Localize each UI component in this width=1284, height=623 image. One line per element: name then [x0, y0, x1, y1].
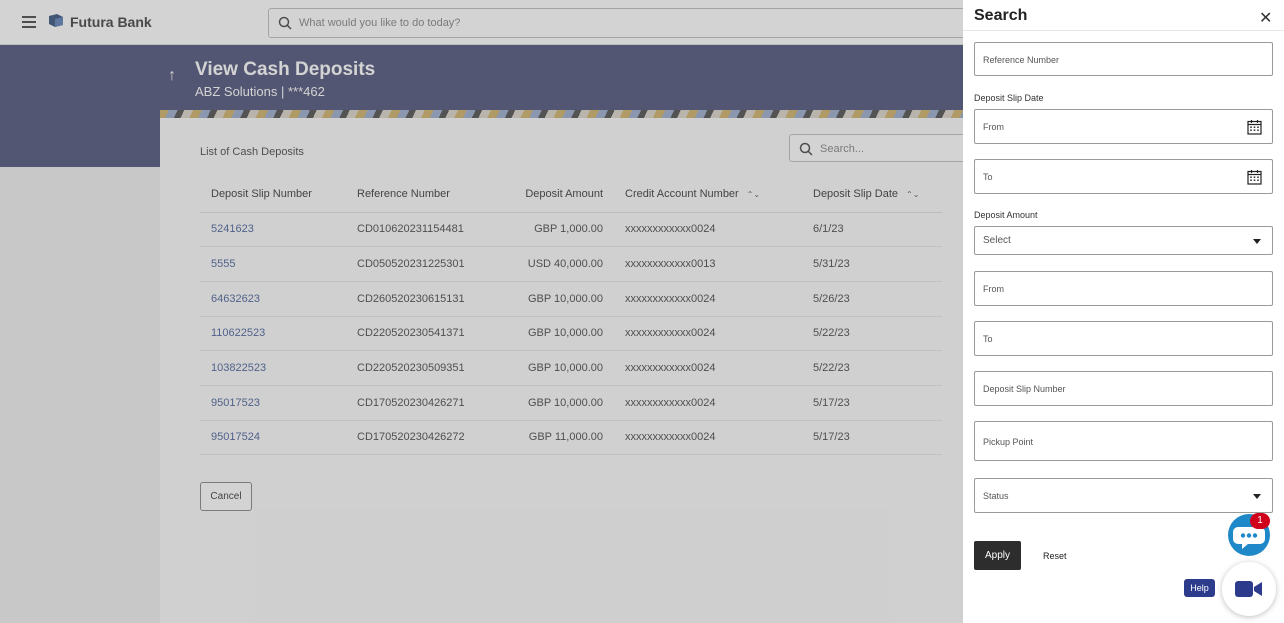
calendar-icon[interactable]	[1247, 169, 1262, 185]
video-call-button[interactable]	[1222, 562, 1276, 616]
date-to-field[interactable]: To	[974, 159, 1273, 194]
amount-from-field[interactable]: From	[974, 271, 1273, 306]
reference-number-placeholder: Reference Number	[983, 55, 1060, 65]
date-from-placeholder: From	[983, 122, 1004, 132]
status-placeholder: Status	[983, 491, 1009, 501]
deposit-slip-number-field[interactable]: Deposit Slip Number	[974, 371, 1273, 406]
chevron-down-icon	[1253, 493, 1261, 499]
modal-overlay[interactable]	[0, 0, 963, 623]
apply-button[interactable]: Apply	[974, 541, 1021, 570]
search-panel-title: Search	[974, 7, 1028, 24]
amount-select-value: Select	[983, 235, 1011, 246]
deposit-amount-label: Deposit Amount	[974, 210, 1038, 220]
panel-divider	[963, 30, 1284, 31]
reference-number-field[interactable]: Reference Number	[974, 42, 1273, 76]
amount-to-placeholder: To	[983, 334, 993, 344]
calendar-icon[interactable]	[1247, 119, 1262, 135]
amount-to-field[interactable]: To	[974, 321, 1273, 356]
notification-badge: 1	[1250, 513, 1270, 529]
video-camera-icon	[1235, 581, 1262, 597]
pickup-point-placeholder: Pickup Point	[983, 437, 1034, 447]
status-select[interactable]: Status	[974, 478, 1273, 513]
chevron-down-icon	[1253, 238, 1261, 244]
pickup-point-field[interactable]: Pickup Point	[974, 421, 1273, 461]
deposit-slip-number-placeholder: Deposit Slip Number	[983, 384, 1066, 394]
help-label[interactable]: Help	[1184, 579, 1215, 597]
amount-from-placeholder: From	[983, 284, 1004, 294]
close-icon[interactable]: ✕	[1259, 8, 1272, 28]
deposit-slip-date-label: Deposit Slip Date	[974, 93, 1044, 103]
date-to-placeholder: To	[983, 172, 993, 182]
amount-currency-select[interactable]: Select	[974, 226, 1273, 255]
date-from-field[interactable]: From	[974, 109, 1273, 144]
reset-button[interactable]: Reset	[1043, 551, 1067, 561]
